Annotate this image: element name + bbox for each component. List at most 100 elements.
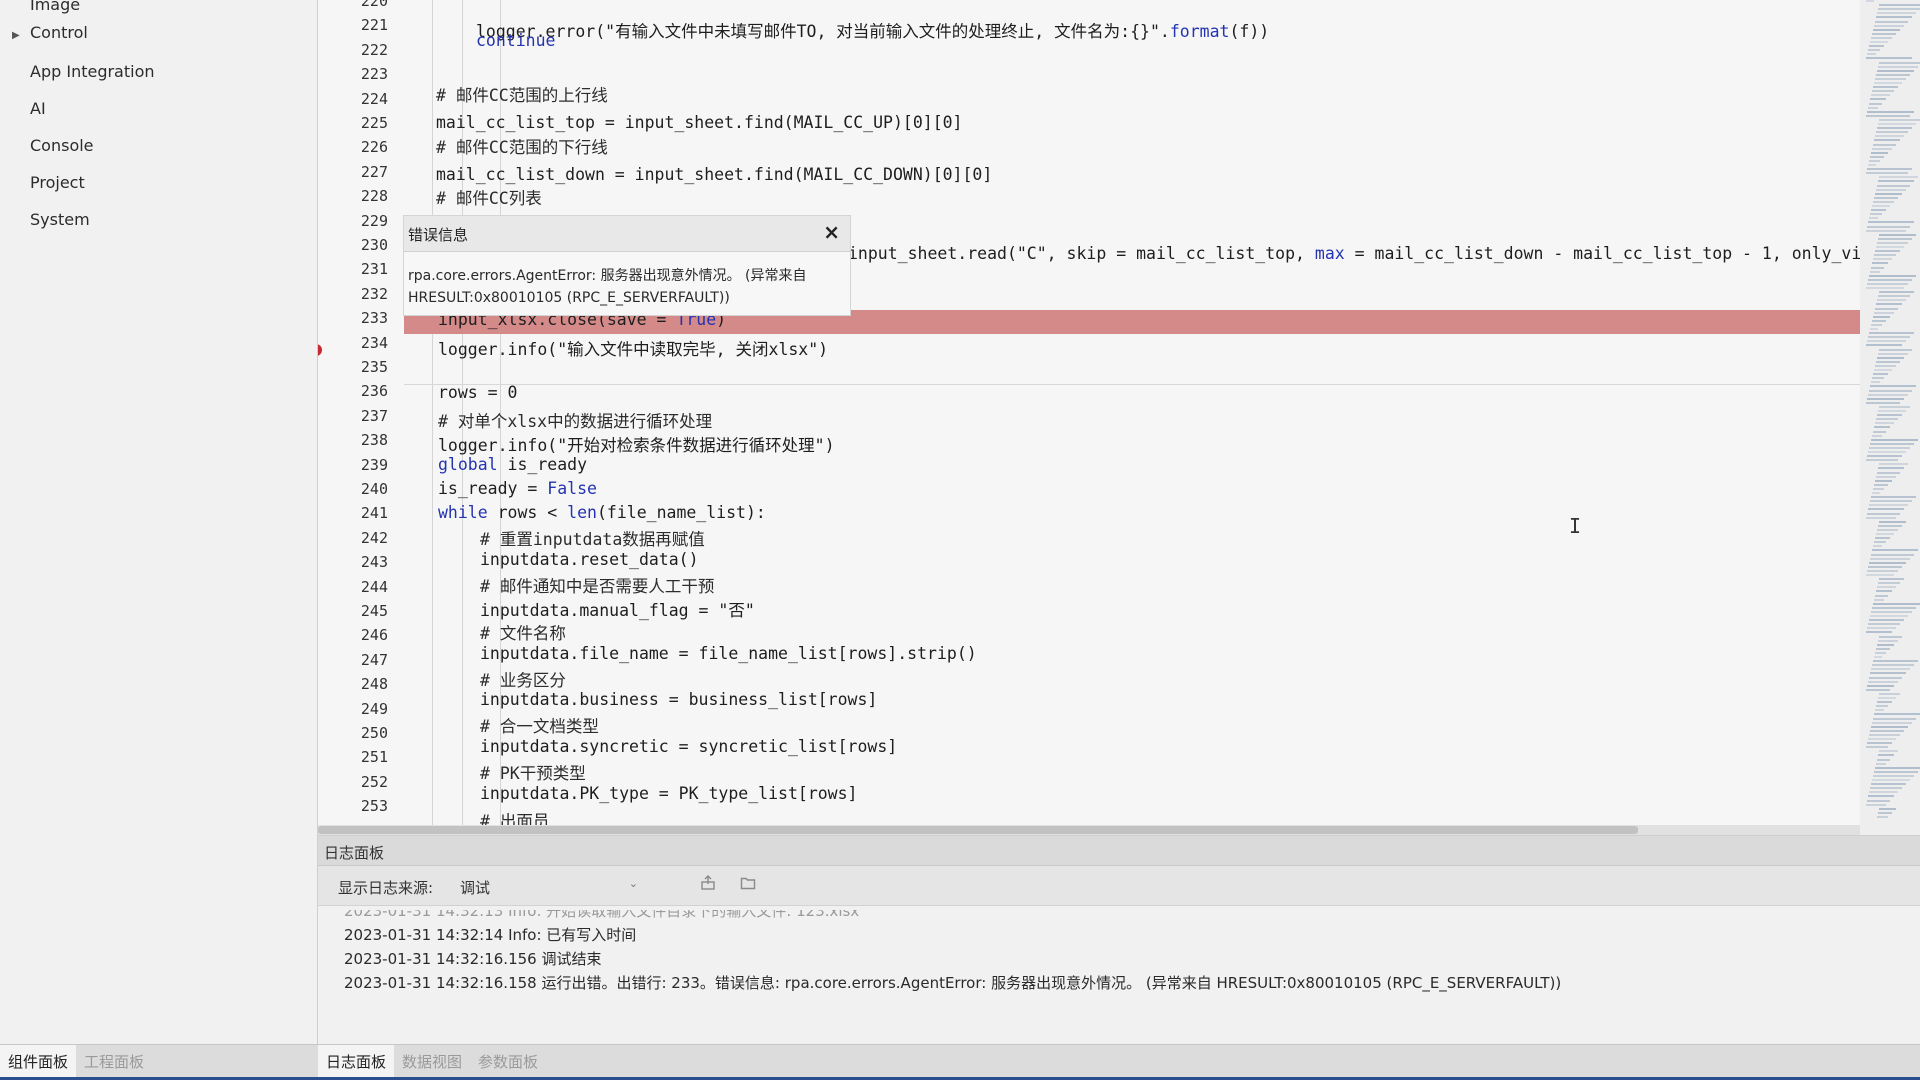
line-number[interactable]: 224: [332, 90, 388, 108]
code-line[interactable]: # 重置inputdata数据再赋值: [404, 526, 1860, 550]
line-number[interactable]: 221: [332, 16, 388, 34]
caret-right-icon: ▶: [12, 30, 20, 41]
minimap-line: [1875, 766, 1920, 769]
code-line[interactable]: logger.info("开始对检索条件数据进行循环处理"): [404, 432, 1860, 456]
line-number[interactable]: 245: [332, 602, 388, 620]
code-line[interactable]: # 邮件CC列表: [404, 185, 1860, 209]
code-area[interactable]: I if not mail_to_list:logger.error("有输入文…: [404, 0, 1860, 835]
line-number[interactable]: 252: [332, 773, 388, 791]
code-line[interactable]: while rows < len(file_name_list):: [404, 503, 1860, 527]
minimap-line: [1876, 360, 1900, 363]
log-source-select[interactable]: 调试 ⌄: [454, 872, 644, 900]
minimap-line: [1878, 524, 1902, 527]
code-line[interactable]: # 邮件CC范围的下行线: [404, 134, 1860, 158]
code-line[interactable]: inputdata.syncretic = syncretic_list[row…: [404, 737, 1860, 761]
folder-icon[interactable]: [738, 875, 758, 895]
minimap-line: [1872, 377, 1884, 380]
tab-log-panel[interactable]: 日志面板: [318, 1045, 395, 1080]
tab-project-panel[interactable]: 工程面板: [76, 1045, 152, 1080]
line-number[interactable]: 251: [332, 748, 388, 766]
code-line[interactable]: # 邮件通知中是否需要人工干预: [404, 573, 1860, 597]
line-number[interactable]: 239: [332, 456, 388, 474]
line-number[interactable]: 240: [332, 480, 388, 498]
minimap-line: [1876, 246, 1904, 248]
code-line[interactable]: inputdata.reset_data(): [404, 550, 1860, 574]
tree-item-ai[interactable]: AI: [12, 94, 46, 124]
tab-data-view[interactable]: 数据视图: [394, 1045, 470, 1080]
code-line[interactable]: rows = 0: [404, 383, 1860, 407]
breakpoint-icon[interactable]: [318, 344, 322, 356]
code-line[interactable]: inputdata.PK_type = PK_type_list[rows]: [404, 784, 1860, 808]
line-number[interactable]: 231: [332, 260, 388, 278]
line-number[interactable]: 228: [332, 187, 388, 205]
minimap-line: [1870, 557, 1910, 560]
code-line[interactable]: if not mail_to_list:: [404, 0, 1860, 5]
tree-item-project[interactable]: Project: [12, 168, 85, 198]
code-line[interactable]: global is_ready: [404, 455, 1860, 479]
code-line[interactable]: inputdata.manual_flag = "否": [404, 597, 1860, 621]
minimap-line: [1867, 799, 1890, 802]
line-number[interactable]: 220: [332, 0, 388, 10]
code-line[interactable]: # 文件名称: [404, 620, 1860, 644]
log-source-label: 显示日志来源:: [338, 879, 434, 897]
line-number[interactable]: 247: [332, 651, 388, 669]
line-number[interactable]: 242: [332, 529, 388, 547]
horizontal-scrollbar[interactable]: [318, 825, 1860, 835]
log-output[interactable]: 2023-01-31 14:32:13 Info: 开始读取输入文件目录下的输入…: [318, 910, 1920, 1045]
line-number[interactable]: 225: [332, 114, 388, 132]
minimap-line: [1877, 758, 1890, 761]
tab-parameter-panel[interactable]: 参数面板: [470, 1045, 546, 1080]
export-log-icon[interactable]: [698, 875, 718, 895]
line-number[interactable]: 241: [332, 504, 388, 522]
code-line[interactable]: # 邮件CC范围的上行线: [404, 82, 1860, 106]
line-number[interactable]: 226: [332, 138, 388, 156]
code-line[interactable]: continue: [404, 31, 1860, 55]
minimap-line: [1867, 512, 1900, 515]
line-number[interactable]: 243: [332, 553, 388, 571]
minimap-line: [1876, 188, 1906, 191]
line-number[interactable]: 235: [332, 358, 388, 376]
code-minimap[interactable]: [1860, 0, 1920, 835]
tree-item-system[interactable]: System: [12, 205, 90, 235]
line-number[interactable]: 246: [332, 626, 388, 644]
minimap-line: [1867, 397, 1904, 400]
line-number[interactable]: 229: [332, 212, 388, 230]
line-number[interactable]: 222: [332, 41, 388, 59]
code-line[interactable]: # 合一文档类型: [404, 713, 1860, 737]
minimap-line: [1872, 664, 1914, 667]
code-line[interactable]: # 对单个xlsx中的数据进行循环处理: [404, 408, 1860, 432]
line-number[interactable]: 223: [332, 65, 388, 83]
horizontal-scrollbar-thumb[interactable]: [318, 826, 1638, 834]
code-line[interactable]: logger.info("输入文件中读取完毕, 关闭xlsx"): [404, 336, 1860, 360]
close-icon[interactable]: ×: [823, 220, 840, 244]
line-number[interactable]: 253: [332, 797, 388, 815]
minimap-line: [1875, 135, 1904, 138]
tab-component-panel[interactable]: 组件面板: [0, 1045, 77, 1080]
minimap-line: [1869, 217, 1878, 220]
line-number[interactable]: 234: [332, 334, 388, 352]
code-editor[interactable]: 220 221 222 223 224 225 226 227 228 229 230 231 232 2…: [318, 0, 1860, 835]
line-number[interactable]: 230: [332, 236, 388, 254]
code-line[interactable]: is_ready = False: [404, 479, 1860, 503]
line-number[interactable]: 244: [332, 578, 388, 596]
code-line[interactable]: inputdata.file_name = file_name_list[row…: [404, 644, 1860, 668]
code-line[interactable]: inputdata.business = business_list[rows]: [404, 690, 1860, 714]
line-number[interactable]: 236: [332, 382, 388, 400]
line-number[interactable]: 237: [332, 407, 388, 425]
line-number[interactable]: 250: [332, 724, 388, 742]
line-number[interactable]: 249: [332, 700, 388, 718]
tree-item-console[interactable]: Console: [12, 131, 94, 161]
tree-item-image[interactable]: Image: [12, 0, 80, 20]
tree-item-app-integration[interactable]: App Integration: [12, 57, 155, 87]
minimap-line: [1867, 569, 1898, 572]
line-number[interactable]: 248: [332, 675, 388, 693]
code-line[interactable]: # 业务区分: [404, 667, 1860, 691]
line-number[interactable]: 227: [332, 163, 388, 181]
tree-item-control[interactable]: ▶ Control: [12, 18, 88, 48]
line-number[interactable]: 238: [332, 431, 388, 449]
code-comment: # 合一文档类型: [480, 717, 599, 736]
code-line[interactable]: # PK干预类型: [404, 760, 1860, 784]
line-number[interactable]: 233: [332, 309, 388, 327]
line-number[interactable]: 232: [332, 285, 388, 303]
minimap-line: [1866, 803, 1886, 806]
